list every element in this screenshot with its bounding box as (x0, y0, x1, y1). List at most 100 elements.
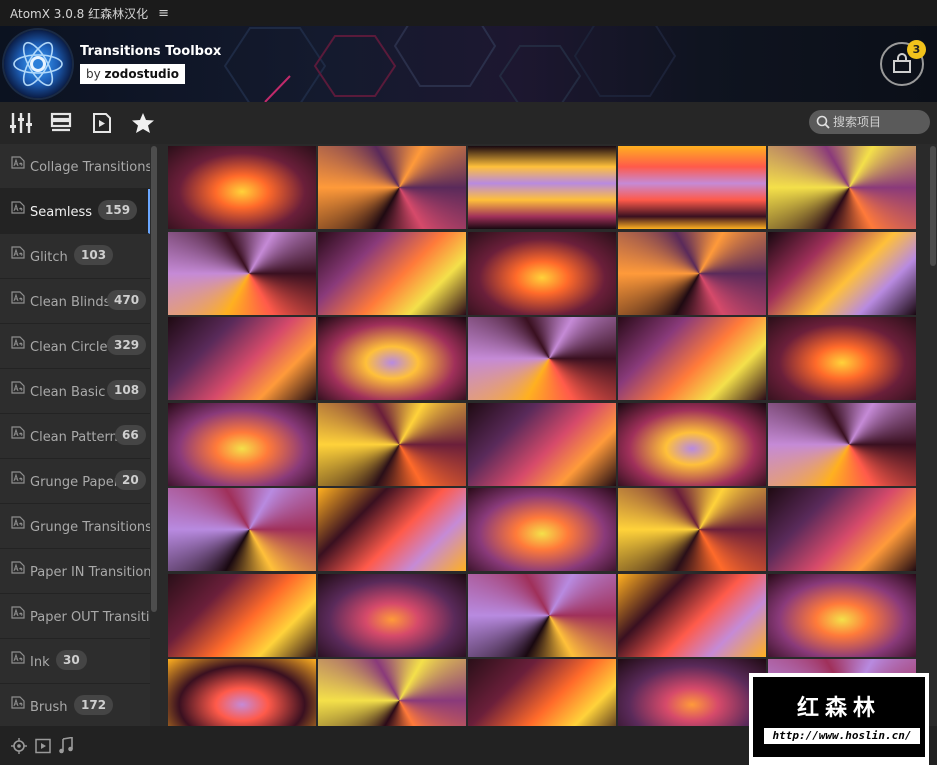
item-count-badge: 66 (115, 425, 146, 445)
sidebar-item-label: Grunge Transitions (30, 520, 150, 535)
sidebar-item-label: Ink (30, 655, 50, 670)
preset-thumbnail[interactable] (318, 317, 466, 400)
item-count-badge: 172 (74, 695, 114, 715)
preset-thumbnail[interactable] (318, 146, 466, 229)
author-prefix: by (86, 67, 105, 81)
sidebar-scrollbar[interactable] (150, 144, 158, 726)
sidebar-item[interactable]: Grunge Transitions (0, 504, 150, 549)
sidebar-item-label: Brush (30, 700, 68, 715)
after-effects-file-icon (11, 516, 25, 529)
item-count-badge: 329 (107, 335, 147, 355)
grid-scroll-thumb[interactable] (930, 146, 936, 266)
favorites-star-icon[interactable] (130, 110, 156, 136)
preset-thumbnail[interactable] (768, 317, 916, 400)
preset-thumbnail[interactable] (318, 659, 466, 726)
preset-thumbnail[interactable] (468, 317, 616, 400)
sidebar-item[interactable]: Clean Patterns 66 (0, 414, 150, 459)
after-effects-file-icon (11, 291, 25, 304)
preset-thumbnail[interactable] (768, 146, 916, 229)
category-sidebar: Collage Transitions Seamless 159 Glitch 103 C… (0, 144, 150, 726)
preset-thumbnail[interactable] (468, 146, 616, 229)
preset-thumbnail-grid (168, 146, 920, 726)
preset-thumbnail[interactable] (618, 574, 766, 657)
preset-thumbnail[interactable] (318, 403, 466, 486)
sidebar-item-label: Paper IN Transition (30, 565, 150, 580)
preset-thumbnail[interactable] (168, 317, 316, 400)
preset-thumbnail[interactable] (168, 403, 316, 486)
preset-thumbnail[interactable] (168, 659, 316, 726)
preset-thumbnail[interactable] (768, 488, 916, 571)
sidebar-item-label: Collage Transitions (30, 160, 150, 175)
preset-thumbnail[interactable] (468, 659, 616, 726)
after-effects-file-icon (11, 561, 25, 574)
sidebar-item-label: Clean Patterns (30, 430, 125, 445)
preset-thumbnail[interactable] (318, 488, 466, 571)
sidebar-item-label: Grunge Paper (30, 475, 120, 490)
menu-icon[interactable]: ≡ (158, 6, 169, 21)
item-count-badge: 159 (98, 200, 138, 220)
sidebar-item-label: Paper OUT Transitio (30, 610, 150, 625)
preset-thumbnail[interactable] (168, 146, 316, 229)
sidebar-item[interactable]: Clean Blinds 470 (0, 279, 150, 324)
sidebar-item-label: Seamless (30, 205, 93, 220)
preset-thumbnail[interactable] (768, 232, 916, 315)
cart-count-badge: 3 (907, 40, 926, 59)
author-byline[interactable]: by zodostudio (80, 64, 185, 84)
sidebar-item[interactable]: Grunge Paper 20 (0, 459, 150, 504)
preset-thumbnail[interactable] (768, 403, 916, 486)
after-effects-file-icon (11, 336, 25, 349)
preset-thumbnail[interactable] (618, 146, 766, 229)
sidebar-item-label: Clean Basic (30, 385, 106, 400)
list-view-icon[interactable] (48, 110, 74, 136)
preset-thumbnail[interactable] (468, 574, 616, 657)
preset-thumbnail[interactable] (618, 488, 766, 571)
after-effects-file-icon (11, 381, 25, 394)
preset-thumbnail[interactable] (618, 232, 766, 315)
sidebar-item[interactable]: Collage Transitions (0, 144, 150, 189)
grid-scrollbar[interactable] (929, 144, 937, 726)
preset-thumbnail[interactable] (768, 574, 916, 657)
preset-thumbnail[interactable] (168, 574, 316, 657)
sidebar-item[interactable]: Seamless 159 (0, 189, 150, 234)
atomx-logo (4, 30, 72, 98)
app-title: AtomX 3.0.8 红森林汉化 (10, 6, 149, 21)
after-effects-file-icon (11, 651, 25, 664)
product-title: Transitions Toolbox (80, 44, 222, 59)
preset-thumbnail[interactable] (618, 317, 766, 400)
preset-thumbnail[interactable] (168, 488, 316, 571)
item-count-badge: 30 (56, 650, 87, 670)
after-effects-file-icon (11, 426, 25, 439)
sidebar-item[interactable]: Paper OUT Transitio (0, 594, 150, 639)
preset-thumbnail[interactable] (318, 574, 466, 657)
sidebar-scroll-thumb[interactable] (151, 146, 157, 612)
preset-thumbnail[interactable] (468, 232, 616, 315)
watermark-title: 红森林 (796, 696, 881, 721)
video-play-icon[interactable] (35, 738, 51, 758)
watermark-url: http://www.hoslin.cn/ (764, 728, 920, 744)
sidebar-item[interactable]: Paper IN Transition (0, 549, 150, 594)
title-bar: AtomX 3.0.8 红森林汉化 ≡ (0, 0, 937, 26)
preset-thumbnail[interactable] (468, 488, 616, 571)
preset-thumbnail[interactable] (318, 232, 466, 315)
video-file-icon[interactable] (89, 110, 115, 136)
item-count-badge: 103 (74, 245, 114, 265)
sliders-icon[interactable] (8, 110, 34, 136)
preset-thumbnail[interactable] (618, 659, 766, 726)
sidebar-item[interactable]: Brush 172 (0, 684, 150, 726)
after-effects-file-icon (11, 201, 25, 214)
search-icon (816, 115, 830, 129)
sidebar-item[interactable]: Glitch 103 (0, 234, 150, 279)
sidebar-item[interactable]: Ink 30 (0, 639, 150, 684)
item-count-badge: 108 (107, 380, 147, 400)
target-icon[interactable] (11, 738, 27, 758)
search-input[interactable] (833, 115, 923, 129)
music-note-icon[interactable] (58, 736, 74, 758)
sidebar-item[interactable]: Clean Basic 108 (0, 369, 150, 414)
sidebar-item[interactable]: Clean Circle 329 (0, 324, 150, 369)
preset-thumbnail[interactable] (618, 403, 766, 486)
preset-thumbnail[interactable] (468, 403, 616, 486)
search-box[interactable] (809, 110, 930, 134)
product-banner: Transitions Toolbox by zodostudio (0, 26, 937, 102)
preset-thumbnail[interactable] (168, 232, 316, 315)
sidebar-item-label: Glitch (30, 250, 68, 265)
